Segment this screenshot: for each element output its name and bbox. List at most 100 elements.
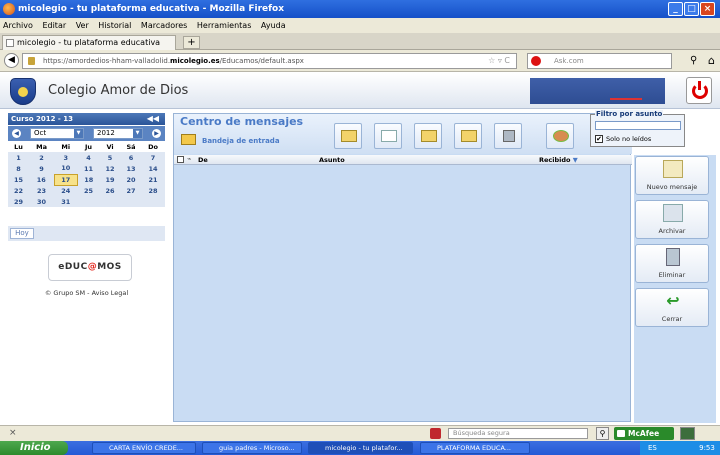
taskbar-item[interactable]: guia padres - Microso... xyxy=(202,442,302,454)
new-tab-button[interactable]: + xyxy=(183,36,200,49)
menu-archivo[interactable]: Archivo xyxy=(3,21,33,30)
search-magnifier-icon[interactable]: ⚲ xyxy=(690,55,697,66)
new-message-button[interactable]: Nuevo mensaje xyxy=(635,156,709,195)
calendar-day[interactable]: 18 xyxy=(77,174,99,185)
day-header: Mi xyxy=(54,141,78,152)
url-path: /Educamos/default.aspx xyxy=(219,57,304,65)
tab-bar: micolegio - tu plataforma educativa + xyxy=(0,33,720,50)
sent-folder-icon[interactable] xyxy=(374,123,402,149)
calendar-day[interactable]: 20 xyxy=(121,174,142,185)
calendar-day[interactable]: 7 xyxy=(142,152,165,163)
year-select[interactable]: 2012 ▼ xyxy=(93,128,143,139)
calendar-day[interactable]: 21 xyxy=(142,174,165,185)
close-findbar-icon[interactable]: × xyxy=(9,428,17,438)
archive-label: Archivar xyxy=(658,227,686,235)
close-button[interactable]: × xyxy=(700,2,715,16)
addon-icon[interactable] xyxy=(680,427,695,440)
home-icon[interactable]: ⌂ xyxy=(708,54,715,67)
browser-tab[interactable]: micolegio - tu plataforma educativa xyxy=(2,35,176,50)
delete-button[interactable]: Eliminar xyxy=(635,244,709,283)
calendar-day[interactable]: 30 xyxy=(29,196,54,207)
calendar-day[interactable]: 14 xyxy=(142,163,165,174)
select-all-checkbox[interactable] xyxy=(177,156,184,163)
start-button[interactable]: Inicio xyxy=(0,441,68,455)
calendar-day[interactable]: 25 xyxy=(77,185,99,196)
calendar-day[interactable]: 24 xyxy=(54,185,77,196)
today-button[interactable]: Hoy xyxy=(10,228,34,239)
calendar-day[interactable]: 28 xyxy=(142,185,165,196)
school-name: Colegio Amor de Dios xyxy=(48,83,189,98)
column-subject[interactable]: Asunto xyxy=(319,156,345,164)
filter-input[interactable] xyxy=(595,121,681,130)
calendar-day[interactable]: 4 xyxy=(77,152,99,163)
calendar-day[interactable]: 2 xyxy=(29,152,54,163)
calendar-day[interactable] xyxy=(121,196,142,207)
archive-button[interactable]: Archivar xyxy=(635,200,709,239)
window-title: micolegio - tu plataforma educativa - Mo… xyxy=(18,4,285,14)
calendar-day[interactable] xyxy=(77,196,99,207)
contacts-icon[interactable] xyxy=(546,123,574,149)
calendar-day-today[interactable]: 17 xyxy=(53,173,78,186)
month-select[interactable]: Oct ▼ xyxy=(30,128,84,139)
calendar-day[interactable]: 9 xyxy=(29,163,54,174)
menu-historial[interactable]: Historial xyxy=(98,21,131,30)
calendar-day[interactable] xyxy=(142,196,165,207)
menu-editar[interactable]: Editar xyxy=(42,21,66,30)
calendar-day[interactable] xyxy=(100,196,121,207)
collapse-icon[interactable]: ◀◀ xyxy=(147,113,159,125)
maximize-button[interactable]: □ xyxy=(684,2,699,16)
calendar-day[interactable]: 15 xyxy=(8,174,29,185)
next-month-icon[interactable]: ▶ xyxy=(152,129,161,138)
close-panel-button[interactable]: ↩ Cerrar xyxy=(635,288,709,327)
new-message-icon xyxy=(663,160,683,178)
browser-search-box[interactable]: Ask.com xyxy=(527,53,672,69)
calendar-day[interactable]: 23 xyxy=(29,185,54,196)
calendar-day[interactable]: 1 xyxy=(8,152,29,163)
back-arrow-icon[interactable]: ◀ xyxy=(4,53,19,68)
minimize-button[interactable]: _ xyxy=(668,2,683,16)
prev-month-icon[interactable]: ◀ xyxy=(12,129,21,138)
calendar-day[interactable]: 3 xyxy=(54,152,77,163)
calendar-day[interactable]: 31 xyxy=(54,196,77,207)
calendar-day[interactable]: 16 xyxy=(29,174,54,185)
calendar-day[interactable]: 11 xyxy=(77,163,99,174)
educamos-logo[interactable]: eDUC@MOS xyxy=(48,254,132,281)
drafts-folder-icon[interactable] xyxy=(414,123,442,149)
menu-marcadores[interactable]: Marcadores xyxy=(141,21,187,30)
calendar-day[interactable]: 27 xyxy=(121,185,142,196)
messages-title: Centro de mensajes xyxy=(180,115,304,128)
bookmark-star-icon[interactable]: ☆ ▿ C xyxy=(488,54,510,68)
calendar-day[interactable]: 8 xyxy=(8,163,29,174)
calendar-grid: Lu Ma Mi Ju Vi Sá Do 1 2 3 4 5 6 7 8 9 1… xyxy=(8,141,165,207)
unread-only-label: Solo no leídos xyxy=(606,135,652,143)
safe-search-input[interactable]: Búsqueda segura xyxy=(448,428,588,439)
taskbar-item[interactable]: CARTA ENVÍO CREDE... xyxy=(92,442,196,454)
safe-search-button[interactable]: ⚲ xyxy=(596,427,609,440)
calendar-day[interactable]: 13 xyxy=(121,163,142,174)
mcafee-button[interactable]: McAfee xyxy=(614,427,674,440)
taskbar-item[interactable]: PLATAFORMA EDUCA... xyxy=(420,442,530,454)
calendar-day[interactable]: 22 xyxy=(8,185,29,196)
calendar-day[interactable]: 29 xyxy=(8,196,29,207)
calendar-day[interactable]: 5 xyxy=(100,152,121,163)
calendar-day[interactable]: 26 xyxy=(100,185,121,196)
calendar-day[interactable]: 10 xyxy=(54,163,77,174)
calendar-day[interactable]: 6 xyxy=(121,152,142,163)
address-bar[interactable]: https://amordedios-hham-valladolid.micol… xyxy=(22,53,517,69)
calendar-day[interactable]: 19 xyxy=(100,174,121,185)
menu-herramientas[interactable]: Herramientas xyxy=(197,21,252,30)
archived-folder-icon[interactable] xyxy=(454,123,482,149)
column-received[interactable]: Recibido ▼ xyxy=(539,156,578,164)
language-indicator[interactable]: ES xyxy=(648,444,657,452)
inbox-label[interactable]: Bandeja de entrada xyxy=(202,137,280,145)
trash-folder-icon[interactable] xyxy=(494,123,522,149)
legal-footer[interactable]: © Grupo SM - Aviso Legal xyxy=(8,289,165,297)
menu-ver[interactable]: Ver xyxy=(76,21,89,30)
inbox-folder-icon[interactable] xyxy=(334,123,362,149)
taskbar-item-active[interactable]: micolegio - tu platafor... xyxy=(308,442,413,454)
calendar-day[interactable]: 12 xyxy=(100,163,121,174)
column-from[interactable]: De xyxy=(198,156,208,164)
unread-only-checkbox[interactable]: ✔ xyxy=(595,135,603,143)
menu-ayuda[interactable]: Ayuda xyxy=(261,21,286,30)
logout-button[interactable] xyxy=(686,77,712,104)
